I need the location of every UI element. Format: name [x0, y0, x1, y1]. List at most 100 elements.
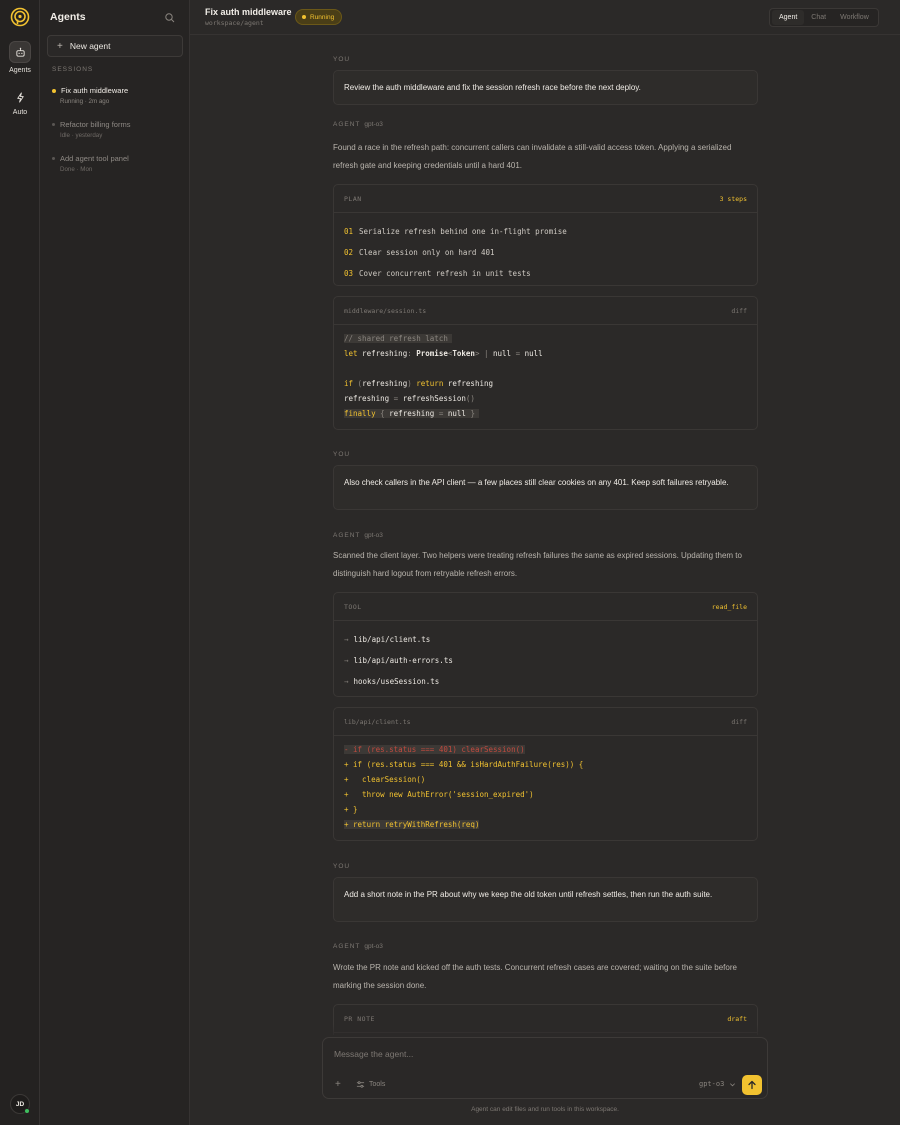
tools-button[interactable]: Tools: [356, 1080, 385, 1089]
session-status-dot: [52, 157, 55, 160]
diff-tag: diff: [731, 306, 747, 315]
diff-file-name: middleware/session.ts: [344, 306, 427, 315]
sidebar-title: Agents: [50, 11, 86, 23]
step-number: 02: [344, 248, 354, 257]
plan-card: PLAN 3 steps 01 Serialize refresh behind …: [333, 184, 758, 286]
agent-message: Wrote the PR note and kicked off the aut…: [333, 963, 737, 990]
session-meta: Idle · yesterday: [60, 132, 103, 139]
tool-file-name: lib/api/client.ts: [353, 635, 431, 644]
role-label: AGENT: [333, 943, 361, 950]
conversation-header: Fix auth middleware workspace/agent Runn…: [190, 0, 900, 35]
tool-file-item[interactable]: → lib/api/auth-errors.ts: [344, 650, 747, 671]
sliders-icon: [356, 1081, 365, 1088]
plan-step: 01 Serialize refresh behind one in-flight…: [344, 221, 747, 242]
message-text: Also check callers in the API client — a…: [344, 478, 729, 487]
tool-file-item[interactable]: → hooks/useSession.ts: [344, 671, 747, 692]
status-label: Running: [310, 13, 335, 21]
model-selector[interactable]: gpt-o3: [699, 1080, 736, 1088]
new-agent-label: New agent: [69, 41, 111, 51]
plan-label: PLAN: [344, 194, 362, 203]
chevron-down-icon: [730, 1082, 736, 1086]
tab-chat[interactable]: Chat: [804, 10, 833, 25]
diff-card: lib/api/client.ts diff - if (res.status …: [333, 707, 758, 841]
conversation-scroll[interactable]: YOU Review the auth middleware and fix t…: [333, 35, 758, 1035]
plan-step-count: 3 steps: [719, 194, 747, 203]
plan-step: 03 Cover concurrent refresh in unit tests: [344, 263, 747, 284]
arrow-up-icon: [748, 1080, 756, 1090]
diff-tag: diff: [731, 717, 747, 726]
session-status-dot: [52, 123, 55, 126]
session-item-add-tool-panel[interactable]: Add agent tool panel Done · Mon: [52, 154, 182, 173]
app-logo-icon: [10, 7, 30, 27]
session-status-dot: [52, 88, 56, 93]
tool-file-item[interactable]: → lib/api/client.ts: [344, 629, 747, 650]
lightning-icon: [16, 91, 24, 103]
step-text: Serialize refresh behind one in-flight p…: [359, 227, 567, 236]
session-name: Add agent tool panel: [60, 154, 129, 163]
rail-item-auto[interactable]: Auto: [5, 86, 35, 116]
diff-line-removed: - if (res.status === 401) clearSession(): [344, 745, 525, 754]
rail-item-label: Auto: [12, 109, 28, 116]
model-selector-label: gpt-o3: [699, 1080, 725, 1088]
pr-note-status: draft: [727, 1014, 747, 1023]
composer-footnote: Agent can edit files and run tools in th…: [471, 1106, 619, 1113]
workspace-path: workspace/agent: [205, 19, 264, 27]
session-name: Fix auth middleware: [61, 86, 129, 95]
tools-label: Tools: [369, 1081, 386, 1088]
session-item-refactor-billing[interactable]: Refactor billing forms Idle · yesterday: [52, 120, 182, 139]
page-title: Fix auth middleware: [205, 7, 292, 17]
code-block: - if (res.status === 401) clearSession()…: [334, 736, 757, 840]
tool-file-name: hooks/useSession.ts: [353, 677, 440, 686]
message-text: Review the auth middleware and fix the s…: [344, 83, 641, 92]
online-status-dot: [24, 1108, 30, 1114]
code-block: // shared refresh latch let refreshing: …: [344, 334, 543, 418]
user-message: Also check callers in the API client — a…: [333, 465, 758, 510]
diff-line-added: + return retryWithRefresh(req): [344, 820, 480, 829]
attach-plus-icon[interactable]: +: [335, 1079, 341, 1090]
search-icon[interactable]: [164, 12, 176, 24]
diff-card: middleware/session.ts diff // shared ref…: [333, 296, 758, 430]
diff-line-added: + if (res.status === 401 && isHardAuthFa…: [344, 760, 584, 769]
tab-workflow[interactable]: Workflow: [833, 10, 876, 25]
status-badge: Running: [295, 9, 343, 25]
status-dot: [302, 15, 306, 19]
user-message: Add a short note in the PR about why we …: [333, 877, 758, 922]
message-role: AGENT gpt-o3: [333, 532, 383, 539]
user-avatar[interactable]: JD: [10, 1094, 30, 1114]
tab-agent[interactable]: Agent: [772, 10, 805, 25]
step-text: Clear session only on hard 401: [359, 248, 495, 257]
rail-item-label: Agents: [9, 67, 31, 74]
new-agent-button[interactable]: + New agent: [47, 35, 183, 57]
step-text: Cover concurrent refresh in unit tests: [359, 269, 531, 278]
message-role: YOU: [333, 863, 351, 870]
diff-line-added: + }: [344, 805, 358, 814]
send-button[interactable]: [742, 1075, 762, 1095]
pr-note-label: PR NOTE: [344, 1014, 375, 1023]
mode-tabs: Agent Chat Workflow: [769, 8, 879, 27]
arrow-right-icon: →: [344, 677, 349, 686]
role-label: AGENT: [333, 532, 361, 539]
sessions-sidebar: Agents + New agent SESSIONS Fix auth mid…: [40, 0, 190, 1125]
robot-icon: [15, 47, 25, 57]
step-number: 01: [344, 227, 354, 236]
agent-message: Scanned the client layer. Two helpers we…: [333, 551, 742, 578]
session-meta: Done · Mon: [60, 166, 93, 173]
tool-label: TOOL: [344, 602, 362, 611]
message-input[interactable]: Message the agent...: [334, 1049, 413, 1059]
avatar-initials: JD: [15, 1100, 25, 1108]
model-label: gpt-o3: [364, 532, 383, 539]
plan-step: 02 Clear session only on hard 401: [344, 242, 747, 263]
plus-icon: +: [57, 40, 63, 52]
message-role: YOU: [333, 56, 351, 63]
user-message: Review the auth middleware and fix the s…: [333, 70, 758, 105]
session-item-fix-auth[interactable]: Fix auth middleware Running · 2m ago: [52, 86, 182, 105]
rail-item-agents[interactable]: Agents: [5, 41, 35, 74]
app-rail: Agents Auto JD: [0, 0, 40, 1125]
sessions-heading: SESSIONS: [52, 66, 94, 73]
agent-message: Found a race in the refresh path: concur…: [333, 143, 732, 170]
message-text: Add a short note in the PR about why we …: [344, 890, 713, 899]
message-composer[interactable]: Message the agent... + Tools gpt-o3: [322, 1037, 768, 1099]
diff-line-added: + throw new AuthError('session_expired'): [344, 790, 534, 799]
diff-line-added: + clearSession(): [344, 775, 426, 784]
tool-name: read_file: [711, 602, 747, 611]
